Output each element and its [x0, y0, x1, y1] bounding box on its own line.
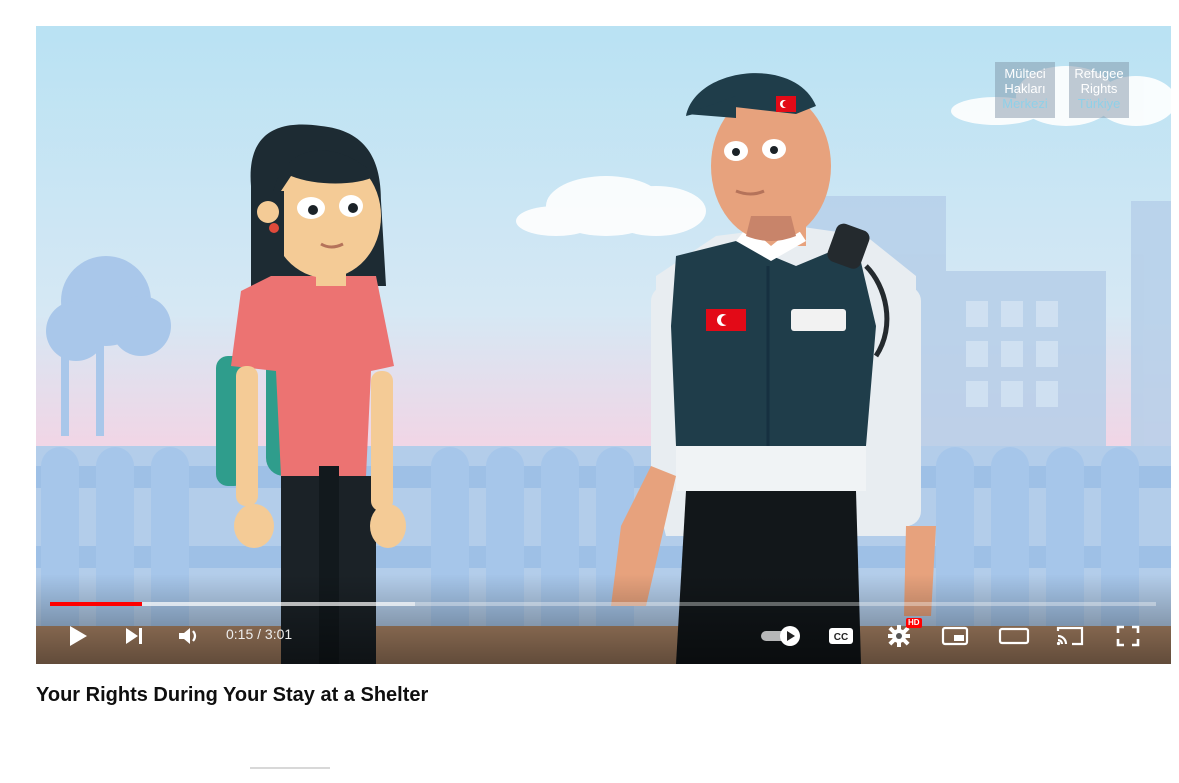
played-progress — [50, 602, 142, 606]
watermark-line: Refugee — [1074, 66, 1124, 81]
captions-icon: CC — [829, 628, 853, 644]
cast-button[interactable] — [1052, 618, 1088, 654]
autoplay-toggle[interactable] — [758, 618, 804, 654]
page: Mülteci Hakları Merkezi Refugee Rights T… — [0, 0, 1179, 783]
play-button[interactable] — [62, 618, 94, 654]
progress-bar[interactable] — [50, 602, 1156, 606]
watermark-line: Hakları — [1004, 81, 1046, 96]
cast-icon — [1056, 626, 1084, 646]
autoplay-toggle-icon — [761, 626, 800, 646]
watermark-line: Merkezi — [1002, 96, 1048, 111]
watermark-logo-turkish: Mülteci Hakları Merkezi — [995, 62, 1055, 118]
watermark-line: Rights — [1080, 81, 1118, 96]
volume-icon — [179, 628, 197, 644]
play-icon — [70, 626, 87, 646]
watermark-logo-english: Refugee Rights Türkiye — [1069, 62, 1129, 118]
theater-mode-button[interactable] — [994, 618, 1034, 654]
video-player[interactable]: Mülteci Hakları Merkezi Refugee Rights T… — [36, 26, 1171, 664]
watermark-line: Türkiye — [1077, 96, 1121, 111]
next-button[interactable] — [118, 618, 150, 654]
fullscreen-icon — [1116, 625, 1140, 647]
miniplayer-icon — [941, 626, 969, 646]
captions-button[interactable]: CC — [824, 618, 858, 654]
volume-button[interactable] — [174, 618, 206, 654]
video-frame — [36, 26, 1171, 664]
hd-badge: HD — [906, 618, 922, 628]
video-title[interactable]: Your Rights During Your Stay at a Shelte… — [36, 684, 428, 707]
fullscreen-button[interactable] — [1110, 618, 1146, 654]
miniplayer-button[interactable] — [938, 618, 972, 654]
watermark-line: Mülteci — [1004, 66, 1046, 81]
svg-text:CC: CC — [834, 632, 848, 643]
next-icon — [126, 628, 142, 644]
time-display: 0:15 / 3:01 — [226, 626, 293, 642]
theater-icon — [998, 627, 1030, 645]
divider — [250, 767, 330, 769]
